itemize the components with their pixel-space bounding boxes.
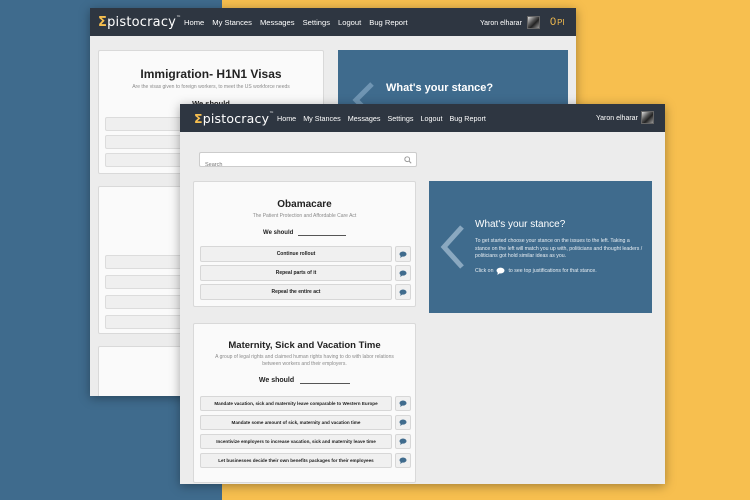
- nav-my-stances[interactable]: My Stances: [303, 114, 341, 123]
- justification-button[interactable]: [395, 284, 411, 300]
- stance-hint-suffix: to see top justifications for that stanc…: [508, 268, 597, 274]
- stance-option-row: Repeal parts of it: [200, 265, 411, 281]
- front-window: Σpistocracy™ Home My Stances Messages Se…: [180, 104, 665, 484]
- nav-logout[interactable]: Logout: [338, 18, 361, 27]
- nav-messages[interactable]: Messages: [348, 114, 381, 123]
- stance-option-row: Mandate some amount of sick, maternity a…: [200, 415, 411, 430]
- comment-bubble-icon: [399, 438, 407, 445]
- we-should-label: We should: [194, 377, 415, 384]
- stance-option[interactable]: Mandate some amount of sick, maternity a…: [200, 415, 392, 430]
- logo-tm: ™: [176, 15, 182, 21]
- nav-home[interactable]: Home: [277, 114, 296, 123]
- comment-bubble-icon: [399, 251, 407, 258]
- avatar[interactable]: [527, 16, 540, 29]
- issue-title: Immigration- H1N1 Visas: [140, 67, 282, 81]
- justification-button[interactable]: [395, 396, 411, 411]
- stance-option[interactable]: Incentivize employers to increase vacati…: [200, 434, 392, 449]
- comment-bubble-icon: [496, 267, 505, 275]
- justification-button[interactable]: [395, 265, 411, 281]
- blank-line: [300, 383, 351, 384]
- stance-option[interactable]: Mandate vacation, sick and maternity lea…: [200, 396, 392, 411]
- justification-button[interactable]: [395, 415, 411, 430]
- stance-option[interactable]: Continue rollout: [200, 246, 392, 262]
- justification-button[interactable]: [395, 246, 411, 262]
- nav-bug-report[interactable]: Bug Report: [449, 114, 485, 123]
- stance-panel: What's your stance? To get started choos…: [429, 181, 652, 313]
- navbar: Σpistocracy™ Home My Stances Messages Se…: [180, 104, 665, 132]
- stance-hint: Click on to see top justifications for t…: [475, 267, 597, 275]
- stance-option[interactable]: Repeal the entire act: [200, 284, 392, 300]
- stance-option[interactable]: Repeal parts of it: [200, 265, 392, 281]
- nav-settings[interactable]: Settings: [303, 18, 330, 27]
- comment-bubble-icon: [399, 289, 407, 296]
- issue-title: Obamacare: [277, 199, 332, 210]
- nav-links: Home My Stances Messages Settings Logout…: [277, 114, 493, 123]
- logo[interactable]: Σpistocracy™: [194, 111, 274, 126]
- justification-button[interactable]: [395, 453, 411, 468]
- stance-option-row: Repeal the entire act: [200, 284, 411, 300]
- points-display: 0PI: [550, 16, 565, 28]
- issue-title: Maternity, Sick and Vacation Time: [228, 340, 381, 351]
- stance-panel: What's your stance?: [338, 50, 568, 118]
- search-bar: [199, 152, 417, 172]
- navbar: Σpistocracy™ Home My Stances Messages Se…: [90, 8, 576, 36]
- stance-option-row: Let businesses decide their own benefits…: [200, 453, 411, 468]
- search-input[interactable]: [200, 158, 390, 172]
- logo[interactable]: Σpistocracy™: [98, 15, 181, 30]
- search-icon[interactable]: [404, 156, 412, 164]
- sigma-logo-icon: Σ: [98, 15, 108, 30]
- stance-body: To get started choose your stance on the…: [475, 238, 643, 260]
- nav-bug-report[interactable]: Bug Report: [369, 18, 407, 27]
- issue-card: Maternity, Sick and Vacation Time A grou…: [193, 323, 416, 483]
- stance-title: What's your stance?: [475, 219, 566, 230]
- chevron-left-icon: [440, 225, 464, 269]
- we-should-text: We should: [258, 377, 295, 384]
- user-name[interactable]: Yaron elharar: [596, 115, 638, 122]
- comment-bubble-icon: [399, 270, 407, 277]
- avatar[interactable]: [641, 111, 654, 124]
- nav-links: Home My Stances Messages Settings Logout…: [184, 18, 416, 27]
- we-should-label: We should: [194, 230, 415, 236]
- nav-settings[interactable]: Settings: [388, 114, 414, 123]
- user-name[interactable]: Yaron elharar: [480, 20, 522, 27]
- comment-bubble-icon: [399, 419, 407, 426]
- issue-subtitle: The Patient Protection and Affordable Ca…: [252, 213, 357, 219]
- points-unit: PI: [557, 18, 565, 27]
- sigma-logo-icon: Σ: [194, 111, 203, 126]
- stance-hint-prefix: Click on: [475, 268, 494, 274]
- blank-line: [297, 235, 346, 236]
- comment-bubble-icon: [399, 400, 407, 407]
- issue-subtitle: Are the visas given to foreign workers, …: [132, 84, 290, 90]
- nav-logout[interactable]: Logout: [421, 114, 443, 123]
- stance-option-row: Mandate vacation, sick and maternity lea…: [200, 396, 411, 411]
- comment-bubble-icon: [399, 457, 407, 464]
- issue-subtitle: A group of legal rights and claimed huma…: [215, 354, 394, 367]
- logo-text: pistocracy: [107, 15, 177, 30]
- stance-option-row: Continue rollout: [200, 246, 411, 262]
- logo-tm: ™: [269, 111, 275, 117]
- logo-text: pistocracy: [202, 111, 270, 126]
- stance-option[interactable]: Let businesses decide their own benefits…: [200, 453, 392, 468]
- stance-option-row: Incentivize employers to increase vacati…: [200, 434, 411, 449]
- nav-messages[interactable]: Messages: [260, 18, 295, 27]
- nav-home[interactable]: Home: [184, 18, 204, 27]
- justification-button[interactable]: [395, 434, 411, 449]
- we-should-text: We should: [263, 230, 294, 236]
- stance-title: What's your stance?: [386, 82, 494, 94]
- nav-my-stances[interactable]: My Stances: [212, 18, 252, 27]
- issue-card: Obamacare The Patient Protection and Aff…: [193, 181, 416, 307]
- points-value: 0: [550, 16, 557, 28]
